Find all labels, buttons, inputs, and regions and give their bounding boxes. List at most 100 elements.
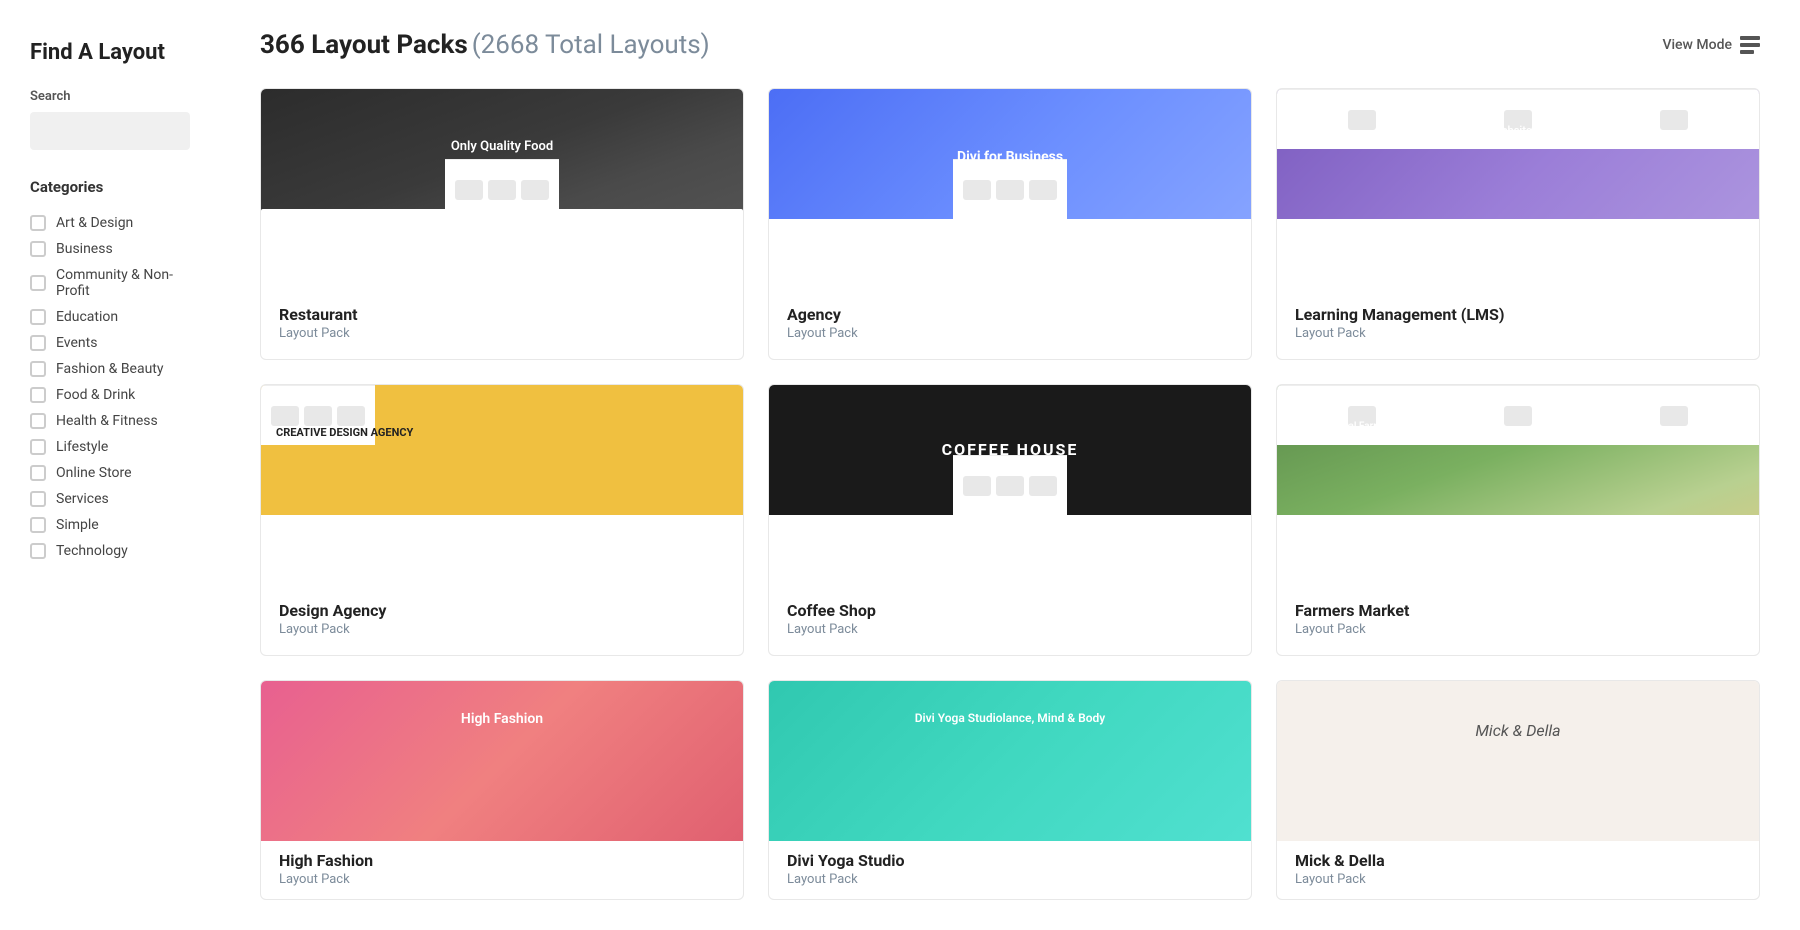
category-checkbox-online-store[interactable] (30, 465, 46, 481)
thumb-preview-dot (1504, 110, 1532, 130)
category-checkbox-events[interactable] (30, 335, 46, 351)
pack-count-container: 366 Layout Packs (2668 Total Layouts) (260, 30, 710, 60)
card-title-lms: Learning Management (LMS) (1295, 305, 1741, 324)
thumb-preview-dot (1348, 110, 1376, 130)
main-header: 366 Layout Packs (2668 Total Layouts) Vi… (260, 30, 1760, 60)
category-checkbox-education[interactable] (30, 309, 46, 325)
category-item-simple[interactable]: Simple (30, 512, 190, 538)
card-image-design-agency (261, 385, 743, 585)
category-item-education[interactable]: Education (30, 304, 190, 330)
card-preview-farmers-market (1277, 385, 1759, 445)
category-checkbox-art-design[interactable] (30, 215, 46, 231)
card-info-agency: AgencyLayout Pack (769, 289, 1251, 359)
category-item-online-store[interactable]: Online Store (30, 460, 190, 486)
card-image-restaurant (261, 89, 743, 289)
card-lms[interactable]: Learning Management (LMS) Layout Pack (1276, 88, 1760, 360)
category-item-business[interactable]: Business (30, 236, 190, 262)
thumb-preview-dot (996, 476, 1024, 496)
card-mick-partial[interactable]: Mick & DellaLayout Pack (1276, 680, 1760, 900)
card-title-yoga-partial: Divi Yoga Studio (787, 851, 1233, 870)
thumb-preview-dot (1029, 476, 1057, 496)
card-info-yoga-partial: Divi Yoga Studio Layout Pack (769, 841, 1251, 899)
card-farmers-market[interactable]: Farmers Market Layout Pack (1276, 384, 1760, 656)
card-coffee-shop[interactable]: Coffee ShopLayout Pack (768, 384, 1252, 656)
thumb-preview-dot (1029, 180, 1057, 200)
card-restaurant[interactable]: RestaurantLayout Pack (260, 88, 744, 360)
thumb-preview-dot (963, 180, 991, 200)
card-image-lms (1277, 89, 1759, 289)
search-label: Search (30, 89, 190, 104)
thumb-preview-dot (337, 406, 365, 426)
card-preview-restaurant (445, 159, 559, 219)
card-title-restaurant: Restaurant (279, 305, 725, 324)
thumb-preview-dot (1660, 406, 1688, 426)
category-checkbox-fashion[interactable] (30, 361, 46, 377)
card-design-agency[interactable]: Design AgencyLayout Pack (260, 384, 744, 656)
card-image-coffee-shop (769, 385, 1251, 585)
card-subtitle-yoga-partial: Layout Pack (787, 872, 1233, 887)
card-info-fashion-partial: High FashionLayout Pack (261, 841, 743, 899)
category-item-lifestyle[interactable]: Lifestyle (30, 434, 190, 460)
card-preview-agency (953, 159, 1067, 219)
category-label-education: Education (56, 309, 118, 325)
category-checkbox-business[interactable] (30, 241, 46, 257)
sidebar-title: Find A Layout (30, 40, 190, 65)
category-item-events[interactable]: Events (30, 330, 190, 356)
thumb-preview-dot (271, 406, 299, 426)
categories-label: Categories (30, 178, 190, 196)
card-image-fashion-partial (261, 681, 743, 841)
card-info-coffee-shop: Coffee ShopLayout Pack (769, 585, 1251, 655)
card-info-farmers-market: Farmers Market Layout Pack (1277, 585, 1759, 655)
category-item-community[interactable]: Community & Non-Profit (30, 262, 190, 304)
card-image-agency (769, 89, 1251, 289)
card-title-design-agency: Design Agency (279, 601, 725, 620)
category-label-health: Health & Fitness (56, 413, 158, 429)
card-title-agency: Agency (787, 305, 1233, 324)
card-fashion-partial[interactable]: High FashionLayout Pack (260, 680, 744, 900)
category-item-art-design[interactable]: Art & Design (30, 210, 190, 236)
category-checkbox-lifestyle[interactable] (30, 439, 46, 455)
thumb-preview-dot (455, 180, 483, 200)
card-info-design-agency: Design AgencyLayout Pack (261, 585, 743, 655)
thumb-preview-dot (1660, 110, 1688, 130)
categories-list: Art & Design Business Community & Non-Prof… (30, 210, 190, 564)
card-image-farmers-market (1277, 385, 1759, 585)
category-label-online-store: Online Store (56, 465, 132, 481)
card-title-mick-partial: Mick & Della (1295, 851, 1741, 870)
card-image-mick-partial (1277, 681, 1759, 841)
category-checkbox-health[interactable] (30, 413, 46, 429)
main-content: 366 Layout Packs (2668 Total Layouts) Vi… (220, 0, 1800, 930)
view-mode-button[interactable]: View Mode (1662, 36, 1760, 54)
search-input[interactable] (30, 112, 190, 150)
category-checkbox-simple[interactable] (30, 517, 46, 533)
card-preview-design-agency (261, 385, 375, 445)
card-info-restaurant: RestaurantLayout Pack (261, 289, 743, 359)
category-item-fashion[interactable]: Fashion & Beauty (30, 356, 190, 382)
card-subtitle-farmers-market: Layout Pack (1295, 622, 1741, 637)
category-checkbox-community[interactable] (30, 275, 46, 291)
category-item-food[interactable]: Food & Drink (30, 382, 190, 408)
thumb-preview-dot (1504, 406, 1532, 426)
card-yoga-partial[interactable]: Divi Yoga Studio Layout Pack (768, 680, 1252, 900)
category-label-business: Business (56, 241, 113, 257)
view-mode-label: View Mode (1662, 37, 1732, 53)
category-checkbox-technology[interactable] (30, 543, 46, 559)
category-label-community: Community & Non-Profit (56, 267, 190, 299)
card-subtitle-lms: Layout Pack (1295, 326, 1741, 341)
card-agency[interactable]: AgencyLayout Pack (768, 88, 1252, 360)
card-title-farmers-market: Farmers Market (1295, 601, 1741, 620)
card-image-yoga-partial (769, 681, 1251, 841)
layout-grid: RestaurantLayout PackAgencyLayout PackLe… (260, 88, 1760, 900)
thumb-preview-dot (996, 180, 1024, 200)
category-label-technology: Technology (56, 543, 128, 559)
card-title-fashion-partial: High Fashion (279, 851, 725, 870)
card-subtitle-coffee-shop: Layout Pack (787, 622, 1233, 637)
category-item-technology[interactable]: Technology (30, 538, 190, 564)
thumb-preview-dot (1348, 406, 1376, 426)
category-checkbox-services[interactable] (30, 491, 46, 507)
category-item-health[interactable]: Health & Fitness (30, 408, 190, 434)
thumb-preview-dot (488, 180, 516, 200)
category-item-services[interactable]: Services (30, 486, 190, 512)
card-preview-coffee-shop (953, 455, 1067, 515)
category-checkbox-food[interactable] (30, 387, 46, 403)
